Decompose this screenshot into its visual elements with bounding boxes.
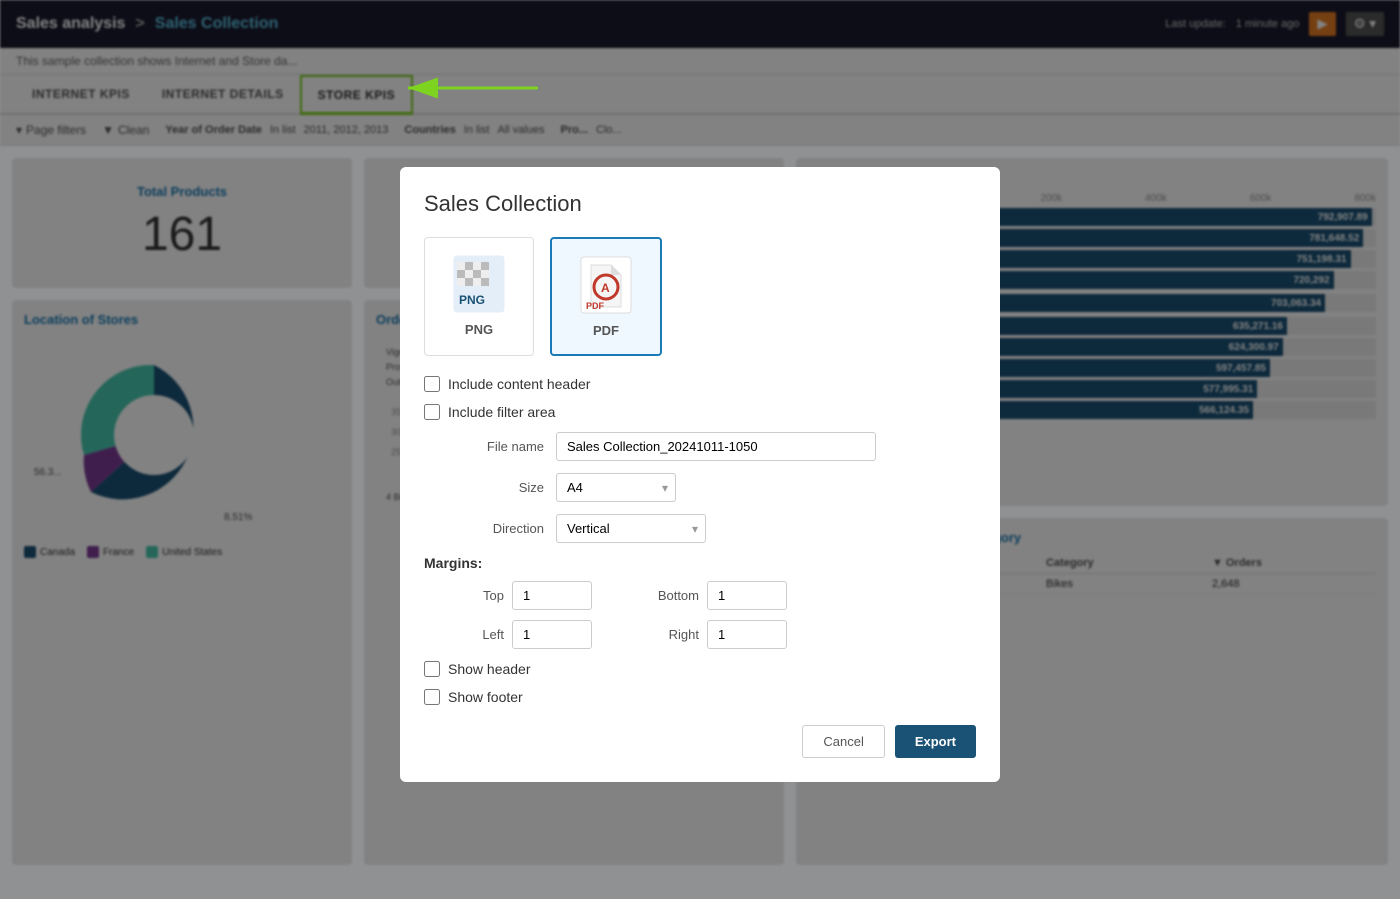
margins-section: Margins: Top Bottom Left Right xyxy=(424,555,976,649)
direction-select[interactable]: Vertical Horizontal xyxy=(556,514,706,543)
include-content-header-row: Include content header xyxy=(424,376,976,392)
format-png[interactable]: PNG PNG xyxy=(424,237,534,356)
include-content-header-checkbox[interactable] xyxy=(424,376,440,392)
file-name-input[interactable] xyxy=(556,432,876,461)
green-arrow-annotation xyxy=(378,58,578,118)
margins-grid: Top Bottom Left Right xyxy=(454,581,834,649)
margin-left-input[interactable] xyxy=(512,620,592,649)
margin-bottom-label: Bottom xyxy=(649,588,699,603)
include-content-header-label[interactable]: Include content header xyxy=(448,376,590,392)
margin-bottom-field: Bottom xyxy=(649,581,834,610)
export-button[interactable]: Export xyxy=(895,725,976,758)
show-footer-row: Show footer xyxy=(424,689,976,705)
format-options: PNG PNG A PDF PDF xyxy=(424,237,976,356)
size-label: Size xyxy=(424,480,544,495)
margins-label: Margins: xyxy=(424,555,976,571)
png-icon: PNG xyxy=(449,254,509,314)
size-row: Size A4 A3 Letter Legal xyxy=(424,473,976,502)
export-modal: Export Sales Collection xyxy=(400,167,1000,782)
show-header-label[interactable]: Show header xyxy=(448,661,531,677)
modal-title: Sales Collection xyxy=(424,191,976,217)
show-footer-checkbox[interactable] xyxy=(424,689,440,705)
size-select[interactable]: A4 A3 Letter Legal xyxy=(556,473,676,502)
margin-top-label: Top xyxy=(454,588,504,603)
include-filter-area-label[interactable]: Include filter area xyxy=(448,404,555,420)
margin-left-label: Left xyxy=(454,627,504,642)
margin-right-field: Right xyxy=(649,620,834,649)
cancel-button[interactable]: Cancel xyxy=(802,725,884,758)
file-name-label: File name xyxy=(424,439,544,454)
svg-text:PNG: PNG xyxy=(459,293,485,307)
size-select-wrapper: A4 A3 Letter Legal xyxy=(556,473,676,502)
pdf-icon: A PDF xyxy=(576,255,636,315)
show-footer-label[interactable]: Show footer xyxy=(448,689,523,705)
modal-overlay: Export Sales Collection xyxy=(0,0,1400,899)
margin-right-input[interactable] xyxy=(707,620,787,649)
direction-row: Direction Vertical Horizontal xyxy=(424,514,976,543)
png-label: PNG xyxy=(465,322,493,337)
show-header-row: Show header xyxy=(424,661,976,677)
include-filter-area-row: Include filter area xyxy=(424,404,976,420)
margin-right-label: Right xyxy=(649,627,699,642)
svg-text:A: A xyxy=(601,281,610,295)
include-filter-area-checkbox[interactable] xyxy=(424,404,440,420)
direction-select-wrapper: Vertical Horizontal xyxy=(556,514,706,543)
pdf-label: PDF xyxy=(593,323,619,338)
margin-top-field: Top xyxy=(454,581,639,610)
format-pdf[interactable]: A PDF PDF xyxy=(550,237,662,356)
modal-footer: Cancel Export xyxy=(424,725,976,758)
file-name-row: File name xyxy=(424,432,976,461)
margin-bottom-input[interactable] xyxy=(707,581,787,610)
direction-label: Direction xyxy=(424,521,544,536)
show-header-checkbox[interactable] xyxy=(424,661,440,677)
margin-top-input[interactable] xyxy=(512,581,592,610)
margin-left-field: Left xyxy=(454,620,639,649)
svg-text:PDF: PDF xyxy=(586,301,605,311)
